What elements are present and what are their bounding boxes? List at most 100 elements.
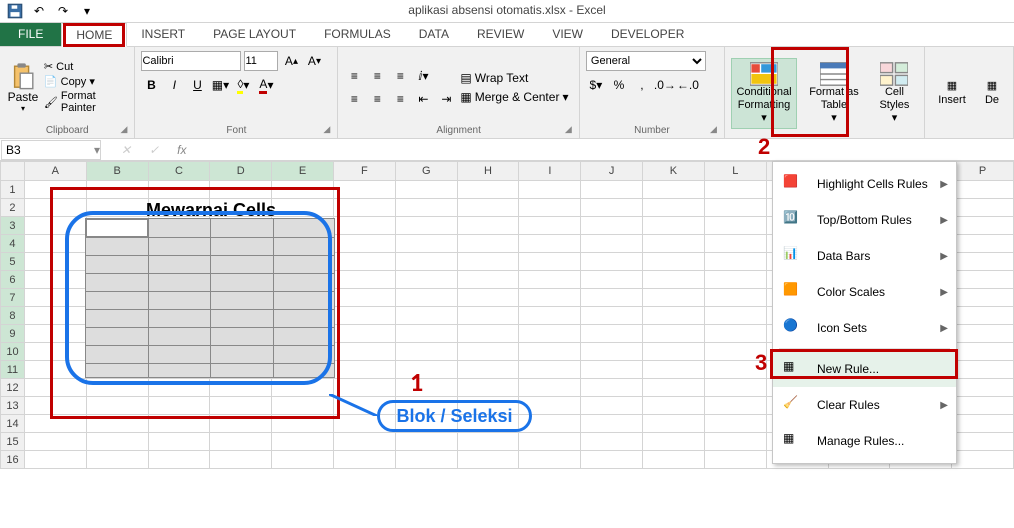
cell[interactable] — [643, 361, 705, 379]
col-header[interactable]: P — [952, 161, 1014, 181]
wrap-text-button[interactable]: ▤ Wrap Text — [460, 71, 568, 85]
row-header[interactable]: 15 — [0, 433, 25, 451]
cell[interactable] — [581, 199, 643, 217]
cell[interactable] — [396, 181, 458, 199]
cell[interactable] — [25, 415, 87, 433]
tab-insert[interactable]: INSERT — [127, 23, 199, 46]
cf-clear-rules[interactable]: 🧹Clear Rules▶ — [773, 387, 956, 423]
cell[interactable] — [952, 451, 1014, 469]
row-header[interactable]: 9 — [0, 325, 25, 343]
tab-page-layout[interactable]: PAGE LAYOUT — [199, 23, 310, 46]
cell[interactable] — [581, 325, 643, 343]
cell[interactable] — [396, 271, 458, 289]
align-middle-icon[interactable]: ≡ — [367, 66, 387, 86]
cell[interactable] — [581, 433, 643, 451]
cell[interactable] — [334, 451, 396, 469]
save-icon[interactable] — [4, 2, 26, 20]
cell[interactable] — [334, 307, 396, 325]
cell[interactable] — [458, 307, 520, 325]
col-header[interactable]: J — [581, 161, 643, 181]
cell[interactable] — [396, 235, 458, 253]
cf-color-scales[interactable]: 🟧Color Scales▶ — [773, 274, 956, 310]
name-box[interactable]: B3 ▾ — [1, 140, 101, 160]
col-header[interactable]: C — [149, 161, 211, 181]
cell[interactable] — [458, 217, 520, 235]
cell[interactable] — [458, 325, 520, 343]
cell[interactable] — [581, 181, 643, 199]
row-header[interactable]: 1 — [0, 181, 25, 199]
col-header[interactable]: D — [210, 161, 272, 181]
cell[interactable] — [705, 199, 767, 217]
cell[interactable] — [952, 253, 1014, 271]
cell[interactable] — [705, 415, 767, 433]
cell[interactable] — [519, 343, 581, 361]
cell[interactable] — [25, 217, 87, 235]
cell[interactable] — [396, 343, 458, 361]
cell[interactable] — [705, 289, 767, 307]
cell[interactable] — [643, 181, 705, 199]
undo-icon[interactable]: ↶ — [28, 2, 50, 20]
cell[interactable] — [396, 253, 458, 271]
font-size-select[interactable] — [244, 51, 278, 71]
cell[interactable] — [458, 271, 520, 289]
underline-button[interactable]: U — [187, 75, 207, 95]
align-top-icon[interactable]: ≡ — [344, 66, 364, 86]
cell[interactable] — [952, 433, 1014, 451]
cell[interactable] — [149, 181, 211, 199]
cell[interactable] — [581, 343, 643, 361]
cell[interactable] — [210, 181, 272, 199]
cell[interactable] — [643, 235, 705, 253]
cell[interactable] — [334, 271, 396, 289]
cell[interactable] — [25, 451, 87, 469]
cell[interactable] — [87, 379, 149, 397]
col-header[interactable]: L — [705, 161, 767, 181]
cell[interactable] — [87, 415, 149, 433]
alignment-dialog-icon[interactable]: ◢ — [565, 124, 577, 136]
cell[interactable] — [25, 235, 87, 253]
cell[interactable] — [272, 397, 334, 415]
cell[interactable] — [519, 217, 581, 235]
cell[interactable] — [643, 433, 705, 451]
cell[interactable] — [272, 415, 334, 433]
cell[interactable] — [25, 361, 87, 379]
cell[interactable] — [705, 433, 767, 451]
cell[interactable] — [705, 217, 767, 235]
grow-font-icon[interactable]: A▴ — [281, 51, 301, 71]
cell[interactable] — [87, 181, 149, 199]
cell[interactable] — [272, 181, 334, 199]
cell[interactable] — [952, 307, 1014, 325]
cell[interactable] — [952, 325, 1014, 343]
enter-formula-icon[interactable]: ✓ — [149, 143, 159, 157]
cell[interactable] — [149, 379, 211, 397]
cell[interactable] — [643, 253, 705, 271]
cell[interactable] — [519, 289, 581, 307]
cell[interactable] — [334, 343, 396, 361]
cell[interactable] — [396, 289, 458, 307]
cell[interactable] — [952, 343, 1014, 361]
row-header[interactable]: 8 — [0, 307, 25, 325]
tab-data[interactable]: DATA — [405, 23, 463, 46]
cf-icon-sets[interactable]: 🔵Icon Sets▶ — [773, 310, 956, 346]
cell[interactable] — [458, 379, 520, 397]
col-header[interactable]: B — [87, 161, 149, 181]
cell[interactable] — [149, 397, 211, 415]
row-header[interactable]: 6 — [0, 271, 25, 289]
cell[interactable] — [519, 451, 581, 469]
cut-button[interactable]: ✂ Cut — [44, 60, 129, 73]
cell[interactable] — [272, 379, 334, 397]
cf-data-bars[interactable]: 📊Data Bars▶ — [773, 238, 956, 274]
cell[interactable] — [149, 415, 211, 433]
col-header[interactable]: K — [643, 161, 705, 181]
cell[interactable] — [210, 397, 272, 415]
font-dialog-icon[interactable]: ◢ — [323, 124, 335, 136]
cell[interactable] — [25, 199, 87, 217]
cell[interactable] — [210, 379, 272, 397]
cell[interactable] — [458, 181, 520, 199]
cell[interactable] — [458, 289, 520, 307]
col-header[interactable]: F — [334, 161, 396, 181]
cell[interactable] — [87, 433, 149, 451]
number-format-select[interactable]: General — [586, 51, 706, 71]
paste-button[interactable]: Paste ▾ — [6, 62, 40, 113]
row-header[interactable]: 7 — [0, 289, 25, 307]
row-header[interactable]: 16 — [0, 451, 25, 469]
